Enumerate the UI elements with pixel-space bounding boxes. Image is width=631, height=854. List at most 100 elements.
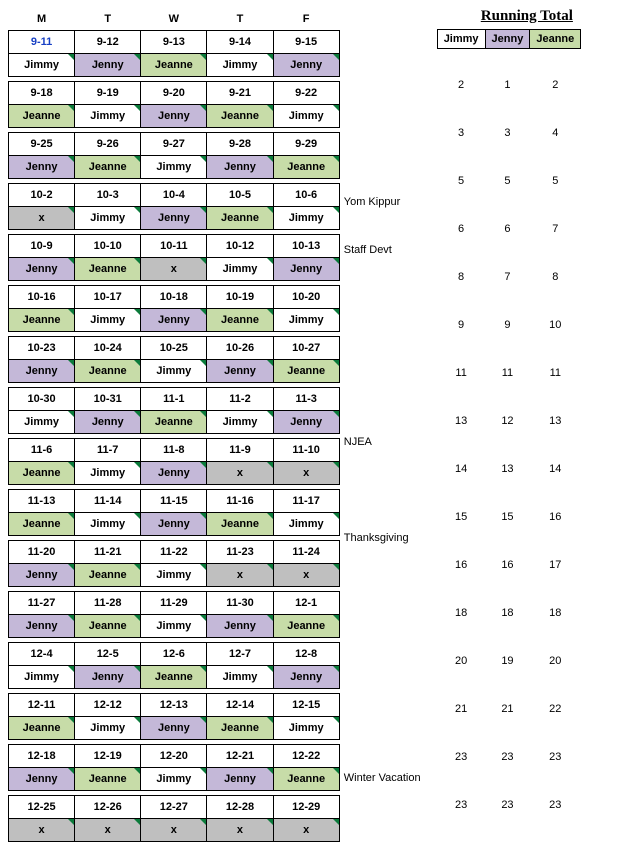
name-cell[interactable]: Jenny <box>75 54 141 77</box>
date-cell[interactable]: 10-23 <box>9 337 75 360</box>
date-cell[interactable]: 10-26 <box>207 337 273 360</box>
date-cell[interactable]: 9-15 <box>273 31 339 54</box>
name-cell[interactable]: Jeanne <box>75 360 141 383</box>
name-cell[interactable]: x <box>9 819 75 842</box>
name-cell[interactable]: Jeanne <box>273 156 339 179</box>
name-cell[interactable]: Jimmy <box>75 207 141 230</box>
date-cell[interactable]: 9-18 <box>9 82 75 105</box>
name-cell[interactable]: Jeanne <box>75 156 141 179</box>
name-cell[interactable]: Jenny <box>141 513 207 536</box>
name-cell[interactable]: Jenny <box>9 768 75 791</box>
name-cell[interactable]: Jenny <box>9 615 75 638</box>
date-cell[interactable]: 9-14 <box>207 31 273 54</box>
name-cell[interactable]: Jenny <box>273 258 339 281</box>
name-cell[interactable]: Jenny <box>207 360 273 383</box>
date-cell[interactable]: 10-19 <box>207 286 273 309</box>
name-cell[interactable]: Jimmy <box>75 462 141 485</box>
name-cell[interactable]: Jenny <box>9 360 75 383</box>
date-cell[interactable]: 12-7 <box>207 643 273 666</box>
name-cell[interactable]: x <box>207 564 273 587</box>
date-cell[interactable]: 12-29 <box>273 796 339 819</box>
name-cell[interactable]: Jeanne <box>207 105 273 128</box>
name-cell[interactable]: Jeanne <box>9 717 75 740</box>
name-cell[interactable]: x <box>273 564 339 587</box>
date-cell[interactable]: 11-16 <box>207 490 273 513</box>
name-cell[interactable]: Jimmy <box>207 54 273 77</box>
date-cell[interactable]: 11-30 <box>207 592 273 615</box>
name-cell[interactable]: x <box>273 819 339 842</box>
name-cell[interactable]: x <box>9 207 75 230</box>
date-cell[interactable]: 9-22 <box>273 82 339 105</box>
name-cell[interactable]: Jimmy <box>207 258 273 281</box>
date-cell[interactable]: 11-27 <box>9 592 75 615</box>
name-cell[interactable]: Jenny <box>9 156 75 179</box>
name-cell[interactable]: Jeanne <box>273 615 339 638</box>
date-cell[interactable]: 11-28 <box>75 592 141 615</box>
date-cell[interactable]: 11-14 <box>75 490 141 513</box>
name-cell[interactable]: Jimmy <box>9 411 75 434</box>
name-cell[interactable]: Jeanne <box>9 462 75 485</box>
name-cell[interactable]: x <box>207 462 273 485</box>
date-cell[interactable]: 9-11 <box>9 31 75 54</box>
date-cell[interactable]: 10-6 <box>273 184 339 207</box>
name-cell[interactable]: Jimmy <box>141 156 207 179</box>
date-cell[interactable]: 9-28 <box>207 133 273 156</box>
name-cell[interactable]: Jenny <box>273 54 339 77</box>
date-cell[interactable]: 11-17 <box>273 490 339 513</box>
name-cell[interactable]: Jenny <box>75 666 141 689</box>
date-cell[interactable]: 9-27 <box>141 133 207 156</box>
date-cell[interactable]: 10-18 <box>141 286 207 309</box>
name-cell[interactable]: Jenny <box>141 717 207 740</box>
date-cell[interactable]: 10-9 <box>9 235 75 258</box>
date-cell[interactable]: 11-2 <box>207 388 273 411</box>
name-cell[interactable]: Jenny <box>207 768 273 791</box>
date-cell[interactable]: 9-26 <box>75 133 141 156</box>
date-cell[interactable]: 12-8 <box>273 643 339 666</box>
name-cell[interactable]: Jeanne <box>207 513 273 536</box>
name-cell[interactable]: Jeanne <box>141 54 207 77</box>
date-cell[interactable]: 10-25 <box>141 337 207 360</box>
name-cell[interactable]: Jeanne <box>75 564 141 587</box>
date-cell[interactable]: 10-31 <box>75 388 141 411</box>
date-cell[interactable]: 12-13 <box>141 694 207 717</box>
date-cell[interactable]: 9-13 <box>141 31 207 54</box>
name-cell[interactable]: Jenny <box>207 156 273 179</box>
date-cell[interactable]: 10-2 <box>9 184 75 207</box>
name-cell[interactable]: Jenny <box>141 309 207 332</box>
name-cell[interactable]: x <box>141 258 207 281</box>
date-cell[interactable]: 10-4 <box>141 184 207 207</box>
name-cell[interactable]: Jenny <box>207 615 273 638</box>
name-cell[interactable]: x <box>75 819 141 842</box>
name-cell[interactable]: Jenny <box>273 411 339 434</box>
date-cell[interactable]: 12-21 <box>207 745 273 768</box>
date-cell[interactable]: 12-20 <box>141 745 207 768</box>
name-cell[interactable]: Jimmy <box>141 768 207 791</box>
name-cell[interactable]: x <box>273 462 339 485</box>
date-cell[interactable]: 10-5 <box>207 184 273 207</box>
date-cell[interactable]: 10-10 <box>75 235 141 258</box>
date-cell[interactable]: 12-27 <box>141 796 207 819</box>
date-cell[interactable]: 9-29 <box>273 133 339 156</box>
date-cell[interactable]: 12-5 <box>75 643 141 666</box>
name-cell[interactable]: Jeanne <box>9 513 75 536</box>
date-cell[interactable]: 12-4 <box>9 643 75 666</box>
date-cell[interactable]: 10-27 <box>273 337 339 360</box>
name-cell[interactable]: Jimmy <box>75 717 141 740</box>
date-cell[interactable]: 12-19 <box>75 745 141 768</box>
date-cell[interactable]: 10-11 <box>141 235 207 258</box>
date-cell[interactable]: 12-26 <box>75 796 141 819</box>
date-cell[interactable]: 11-9 <box>207 439 273 462</box>
date-cell[interactable]: 10-12 <box>207 235 273 258</box>
name-cell[interactable]: Jimmy <box>273 207 339 230</box>
date-cell[interactable]: 11-20 <box>9 541 75 564</box>
name-cell[interactable]: Jeanne <box>9 105 75 128</box>
name-cell[interactable]: Jimmy <box>9 54 75 77</box>
name-cell[interactable]: Jimmy <box>141 615 207 638</box>
date-cell[interactable]: 10-13 <box>273 235 339 258</box>
name-cell[interactable]: Jeanne <box>141 666 207 689</box>
date-cell[interactable]: 9-25 <box>9 133 75 156</box>
name-cell[interactable]: Jeanne <box>75 258 141 281</box>
name-cell[interactable]: Jenny <box>273 666 339 689</box>
date-cell[interactable]: 9-20 <box>141 82 207 105</box>
date-cell[interactable]: 12-1 <box>273 592 339 615</box>
